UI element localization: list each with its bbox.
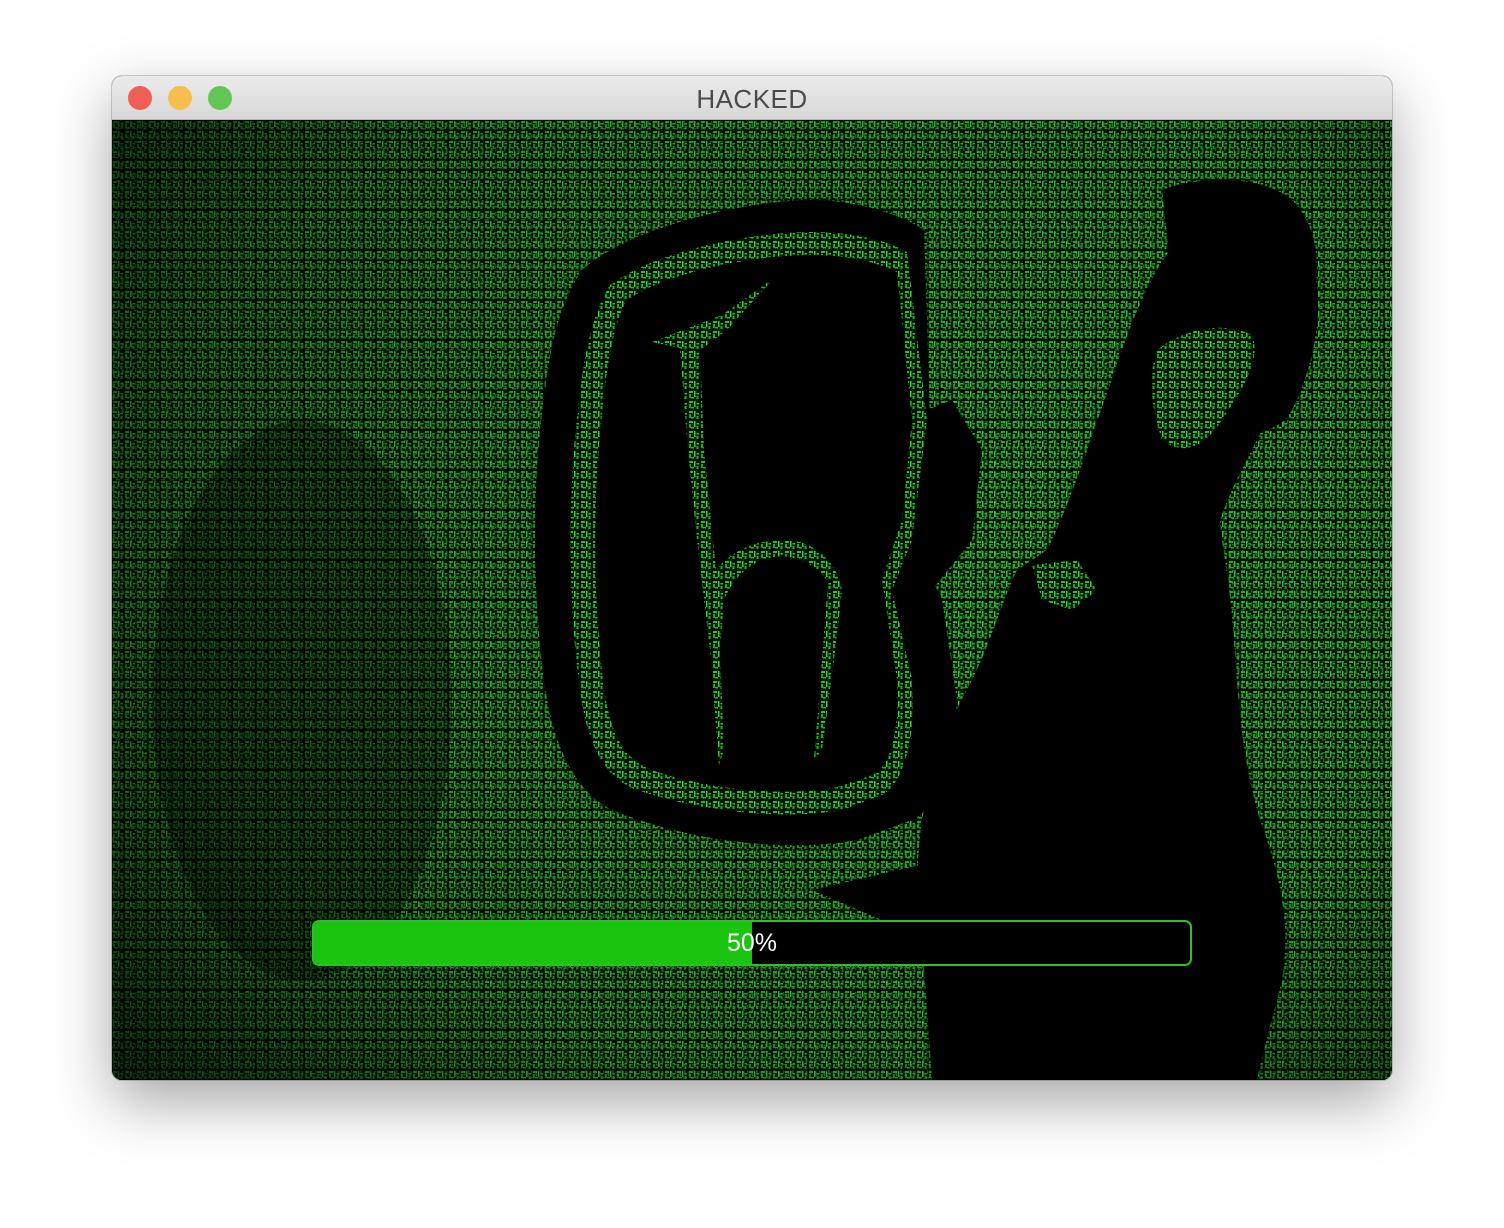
window-title: HACKED <box>696 84 808 114</box>
shield-emblem <box>535 200 957 846</box>
hack-progress-bar: 50% <box>312 920 1192 966</box>
app-window: HACKED 50% <box>112 76 1392 1080</box>
title-bar[interactable]: HACKED <box>112 76 1392 120</box>
hacked-screen: 50% <box>112 120 1392 1080</box>
progress-label: 50% <box>726 929 778 957</box>
